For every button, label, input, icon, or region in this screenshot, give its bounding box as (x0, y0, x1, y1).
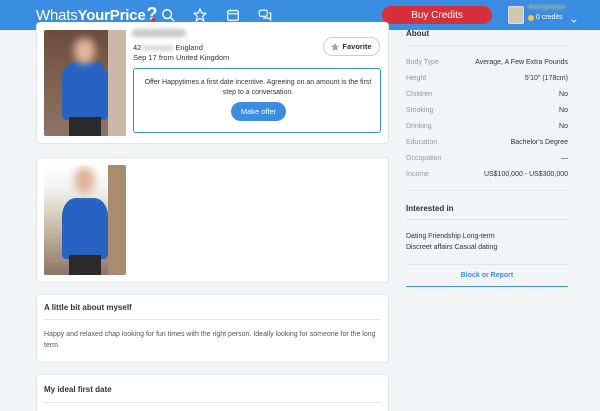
logo-text-whats: Whats (36, 6, 78, 24)
attr-row-drinking: Drinking No (406, 123, 568, 133)
logo-text-yourprice: YourPrice (77, 6, 146, 24)
attr-value: Average, A Few Extra Pounds (475, 59, 568, 66)
profile-last-active: Sep 17 from United Kingdom (133, 53, 230, 62)
profile-age: 42 (133, 43, 142, 52)
buy-credits-button[interactable]: Buy Credits (382, 6, 492, 24)
attr-value: No (559, 123, 568, 130)
attr-value: — (561, 155, 568, 162)
profile-name-blurred (132, 29, 186, 37)
attr-row-education: Education Bachelor's Degree (406, 139, 568, 149)
attr-row-income: Income US$100,000 - US$300,000 (406, 171, 568, 181)
photo-subject (62, 198, 108, 259)
offer-panel: Offer Happytimes a first date incentive.… (133, 68, 381, 133)
section-divider (406, 45, 568, 46)
attr-value: No (559, 91, 568, 98)
location-city-blurred (143, 45, 174, 52)
user-name[interactable]: Anonymous (528, 4, 565, 11)
attr-key: Income (406, 171, 429, 178)
favorite-button[interactable]: Favorite (323, 37, 380, 56)
coin-icon (528, 14, 534, 21)
attr-row-height: Height 5'10" (178cm) (406, 75, 568, 85)
photo-face-blurred (73, 38, 95, 64)
profile-photo-main[interactable] (44, 30, 126, 136)
attr-key: Children (406, 91, 433, 98)
photo-subject (62, 61, 108, 121)
credits-label: 0 credits (536, 14, 563, 21)
blue-accent-divider (406, 286, 568, 287)
photo-background (107, 30, 126, 136)
search-icon[interactable] (161, 8, 175, 22)
section-divider (406, 264, 568, 265)
block-or-report-link[interactable]: Block or Report (406, 272, 568, 279)
calendar-icon[interactable] (226, 8, 240, 22)
make-offer-button[interactable]: Make offer (231, 102, 286, 121)
about-myself-title: A little bit about myself (44, 303, 132, 312)
attr-key: Body Type (406, 59, 439, 66)
section-divider (406, 219, 568, 220)
attr-key: Smoking (406, 107, 434, 114)
attr-row-body-type: Body Type Average, A Few Extra Pounds (406, 59, 568, 69)
credits-balance[interactable]: 0 credits (528, 14, 562, 21)
favorite-label: Favorite (342, 42, 372, 51)
attr-row-smoking: Smoking No (406, 107, 568, 117)
profile-country: England (175, 43, 203, 52)
photo-legs (68, 116, 102, 136)
photo-face-blurred (73, 167, 95, 194)
profile-photo-2[interactable] (44, 165, 126, 275)
user-avatar[interactable] (508, 6, 524, 24)
chevron-down-icon[interactable] (571, 11, 577, 23)
attr-key: Height (406, 75, 427, 82)
attr-value: No (559, 107, 568, 114)
chat-icon[interactable] (258, 8, 272, 22)
logo-mark: ? (146, 4, 160, 24)
section-divider (406, 190, 568, 191)
attr-row-occupation: Occupation — (406, 155, 568, 165)
ideal-date-title: My ideal first date (44, 385, 112, 394)
attr-value: 5'10" (178cm) (524, 75, 568, 82)
interested-in-title: Interested in (406, 204, 454, 213)
section-divider (44, 319, 381, 320)
offer-description: Offer Happytimes a first date incentive.… (144, 79, 372, 96)
attr-key: Occupation (406, 155, 442, 162)
attr-value: US$100,000 - US$300,000 (483, 171, 568, 178)
photo-background (107, 165, 126, 275)
star-outline-icon (331, 42, 340, 51)
attr-value: Bachelor's Degree (510, 139, 568, 146)
interests-line-1: Dating Friendship Long-term (406, 233, 495, 240)
attr-key: Education (406, 139, 438, 146)
interests-line-2: Discreet affairs Casual dating (406, 244, 498, 251)
photo-legs (68, 255, 102, 275)
about-title: About (406, 29, 430, 38)
profile-location: 42 England (133, 43, 203, 52)
attr-row-children: Children No (406, 91, 568, 101)
section-divider (44, 402, 381, 403)
star-icon[interactable] (193, 8, 207, 22)
attr-key: Drinking (406, 123, 432, 130)
about-myself-text: Happy and relaxed chap looking for fun t… (44, 331, 376, 349)
